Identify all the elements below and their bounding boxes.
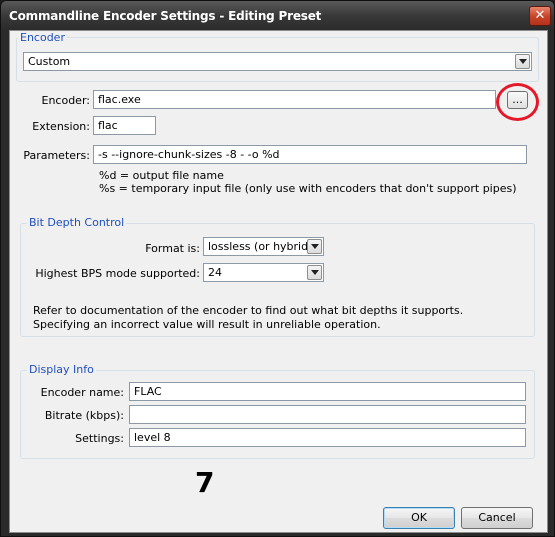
encoder-preset-dropdown-button[interactable] — [515, 54, 530, 69]
parameters-field[interactable]: -s --ignore-chunk-sizes -8 - -o %d — [93, 145, 527, 164]
bps-select[interactable]: 24 — [203, 263, 324, 282]
cancel-button[interactable]: Cancel — [461, 507, 533, 529]
chevron-down-icon — [311, 270, 319, 275]
encoder-group-title: Encoder — [18, 31, 67, 44]
chevron-down-icon — [519, 59, 527, 64]
bit-depth-note-2: Specifying an incorrect value will resul… — [33, 318, 381, 331]
extension-label: Extension: — [32, 120, 90, 133]
encoder-name-label: Encoder name: — [40, 386, 124, 399]
bit-depth-note-1: Refer to documentation of the encoder to… — [33, 304, 464, 317]
browse-highlight-circle — [496, 83, 539, 121]
bps-value: 24 — [208, 266, 222, 279]
hint-output-name: %d = output file name — [99, 169, 224, 182]
annotation-number: 7 — [195, 466, 215, 499]
encoder-preset-value: Custom — [28, 55, 71, 68]
chevron-down-icon — [311, 244, 319, 249]
bitrate-field[interactable] — [129, 405, 526, 424]
format-label: Format is: — [145, 242, 200, 255]
settings-field[interactable]: level 8 — [129, 428, 526, 447]
window-title: Commandline Encoder Settings - Editing P… — [9, 9, 322, 23]
encoder-path-field[interactable]: flac.exe — [93, 90, 496, 109]
format-value: lossless (or hybrid) — [208, 240, 313, 253]
close-button[interactable]: ✕ — [529, 6, 551, 26]
close-icon: ✕ — [534, 8, 546, 23]
bit-depth-group-title: Bit Depth Control — [27, 216, 127, 229]
hint-temp-input: %s = temporary input file (only use with… — [99, 182, 517, 195]
ok-button[interactable]: OK — [383, 507, 455, 529]
title-bar[interactable]: Commandline Encoder Settings - Editing P… — [1, 1, 554, 31]
format-dropdown-button[interactable] — [307, 239, 322, 254]
bps-dropdown-button[interactable] — [307, 265, 322, 280]
encoder-label: Encoder: — [41, 94, 91, 107]
encoder-preset-select[interactable]: Custom — [23, 52, 532, 71]
dialog-window: Commandline Encoder Settings - Editing P… — [0, 0, 555, 537]
settings-label: Settings: — [75, 432, 124, 445]
dialog-client-area: Encoder Custom Encoder: flac.exe ... Ext… — [9, 30, 548, 533]
format-select[interactable]: lossless (or hybrid) — [203, 237, 324, 256]
encoder-name-field[interactable]: FLAC — [129, 382, 526, 401]
bitrate-label: Bitrate (kbps): — [44, 409, 124, 422]
extension-field[interactable]: flac — [93, 116, 156, 135]
parameters-label: Parameters: — [23, 149, 90, 162]
bps-label: Highest BPS mode supported: — [35, 267, 200, 280]
display-info-group-title: Display Info — [27, 363, 96, 376]
